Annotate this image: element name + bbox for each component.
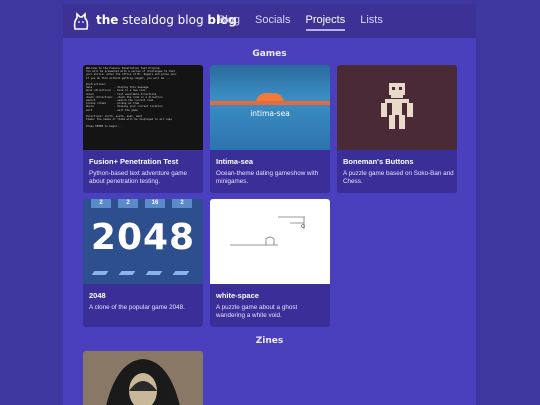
white-space-thumbnail — [210, 199, 330, 284]
dog-paw-icon[interactable] — [71, 12, 91, 32]
nav-link-socials[interactable]: Socials — [255, 14, 290, 31]
game-card-intima-sea[interactable]: intima-sea Intima-sea Ocean-theme dating… — [210, 65, 330, 193]
terminal-thumbnail: Welcome to the Fusion+ Penetration Test … — [83, 65, 203, 150]
section-title-games: Games — [252, 49, 287, 59]
tile: 2 — [172, 199, 192, 208]
boneman-thumbnail — [337, 65, 457, 150]
intima-sea-thumbnail: intima-sea — [210, 65, 330, 150]
skeleton-sprite-icon — [381, 83, 413, 129]
card-description: A puzzle game based on Soko-Ban and Ches… — [343, 170, 454, 185]
zine-cover-thumbnail[interactable] — [83, 351, 203, 405]
nav-link-projects[interactable]: Projects — [305, 14, 346, 31]
ghost-scene-icon — [230, 216, 305, 246]
site-title-rest: stealdog blog — [122, 13, 204, 27]
game-card-boneman[interactable]: Boneman's Buttons A puzzle game based on… — [337, 65, 457, 193]
nav-link-blog[interactable]: Blog — [218, 14, 240, 31]
terminal-line: Press ENTER to begin... — [86, 124, 122, 128]
site-header: the stealdog blog blog Blog Socials Proj… — [63, 4, 476, 38]
main-nav: Blog Socials Projects Lists — [218, 14, 398, 31]
section-title-zines: Zines — [255, 336, 284, 346]
card-title[interactable]: white-space — [216, 291, 259, 300]
card-description: A puzzle game about a ghost wandering a … — [216, 304, 298, 319]
site-title[interactable]: the stealdog blog blog — [96, 13, 237, 27]
thumbnail-text: 2048 — [90, 217, 196, 258]
card-description: A clone of the popular game 2048. — [89, 304, 185, 311]
hooded-figure-icon — [83, 351, 203, 405]
site-title-bold: the — [96, 13, 119, 27]
page-container: the stealdog blog blog Blog Socials Proj… — [63, 4, 476, 405]
2048-thumbnail: 2 2 16 2 2048 — [83, 199, 203, 284]
card-title[interactable]: 2048 — [89, 291, 106, 300]
game-card-2048[interactable]: 2 2 16 2 2048 2048 A clone of the popula… — [83, 199, 203, 327]
card-description: Ocean-theme dating gameshow with minigam… — [216, 170, 319, 185]
game-card-white-space[interactable]: white-space A puzzle game about a ghost … — [210, 199, 330, 327]
game-card-fusion[interactable]: Welcome to the Fusion+ Penetration Test … — [83, 65, 203, 193]
tile: 16 — [145, 199, 165, 208]
tile: 2 — [118, 199, 138, 208]
thumbnail-text: intima-sea — [250, 109, 290, 118]
card-title[interactable]: Intima-sea — [216, 157, 253, 166]
card-title[interactable]: Fusion+ Penetration Test — [89, 157, 178, 166]
card-title[interactable]: Boneman's Buttons — [343, 157, 414, 166]
card-description: Python-based text adventure game about p… — [89, 170, 188, 185]
nav-link-lists[interactable]: Lists — [360, 14, 383, 31]
tile: 2 — [91, 199, 111, 208]
